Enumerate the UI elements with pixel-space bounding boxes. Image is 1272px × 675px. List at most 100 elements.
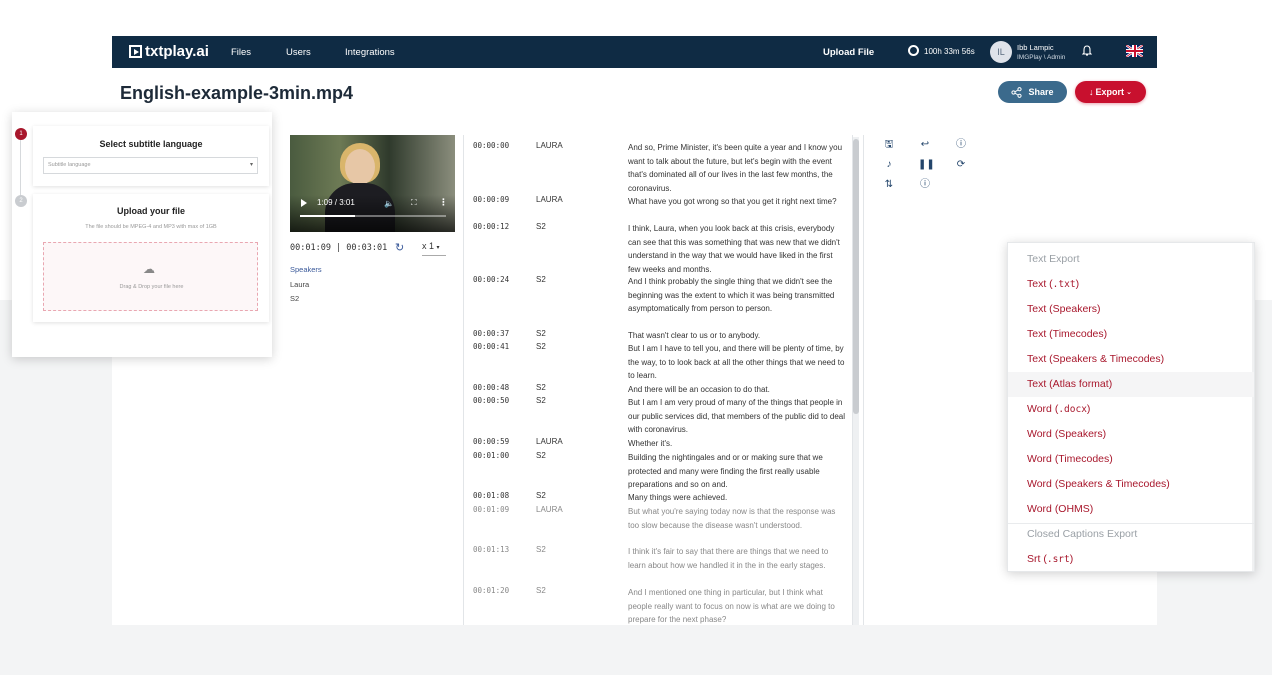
timecode[interactable]: 00:01:09	[473, 505, 509, 514]
nav-users[interactable]: Users	[286, 47, 311, 58]
subtitle-language-select[interactable]: Subtitle language ▾	[43, 157, 258, 174]
timecode[interactable]: 00:00:41	[473, 342, 509, 351]
transcript-text[interactable]: Many things were achieved.	[628, 491, 846, 505]
timecode[interactable]: 00:00:24	[473, 275, 509, 284]
speaker-label[interactable]: S2	[536, 275, 546, 284]
menu-item-label: Srt (	[1027, 553, 1047, 565]
undo-icon[interactable]: ↩	[918, 138, 932, 152]
timecode[interactable]: 00:01:20	[473, 586, 509, 595]
export-menu-item[interactable]: Word (OHMS)	[1008, 497, 1254, 522]
avatar[interactable]: IL	[990, 41, 1012, 63]
info-icon[interactable]: ⓘ	[918, 178, 932, 192]
menu-item-label: Closed Captions Export	[1027, 528, 1138, 540]
speaker-label[interactable]: S2	[536, 342, 546, 351]
transcript-text[interactable]: Whether it's.	[628, 437, 846, 451]
export-menu-item[interactable]: Text (Speakers)	[1008, 297, 1254, 322]
transcript-editor[interactable]: 00:00:00 LAURA And so, Prime Minister, it'…	[463, 135, 853, 625]
file-dropzone[interactable]: ☁ Drag & Drop your file here	[43, 242, 258, 311]
logo[interactable]: txtplay.ai	[129, 43, 209, 60]
fullscreen-icon[interactable]: ⛶	[411, 198, 417, 208]
timecode[interactable]: 00:00:59	[473, 437, 509, 446]
upload-hint: The file should be MPEG-4 and MP3 with m…	[85, 224, 217, 230]
speaker-label[interactable]: LAURA	[536, 195, 563, 204]
transcript-text[interactable]: But I am I am very proud of many of the …	[628, 396, 846, 437]
speaker-label[interactable]: S2	[536, 491, 546, 500]
timecode[interactable]: 00:00:48	[473, 383, 509, 392]
speaker-label[interactable]: S2	[536, 586, 546, 595]
speaker-laura[interactable]: Laura	[290, 280, 309, 289]
speaker-label[interactable]: LAURA	[536, 141, 563, 150]
bell-icon[interactable]	[1082, 45, 1092, 57]
timecode[interactable]: 00:00:09	[473, 195, 509, 204]
select-placeholder: Subtitle language	[48, 162, 91, 168]
menu-item-suffix: )	[1086, 403, 1091, 415]
export-menu-item[interactable]: Text (Atlas format)	[1008, 372, 1254, 397]
replay-icon[interactable]: ↻	[395, 241, 404, 254]
help-icon[interactable]: ⓘ	[954, 138, 968, 152]
sort-icon[interactable]: ⇅	[882, 178, 896, 192]
export-menu-item[interactable]: Word (.docx)	[1008, 397, 1254, 422]
uk-flag-icon[interactable]	[1126, 45, 1143, 57]
speaker-label[interactable]: S2	[536, 383, 546, 392]
export-menu-item[interactable]: Text (Speakers & Timecodes)	[1008, 347, 1254, 372]
transcript-text[interactable]: And so, Prime Minister, it's been quite …	[628, 141, 846, 195]
export-menu-item[interactable]: Word (Speakers & Timecodes)	[1008, 472, 1254, 497]
video-progress-bar[interactable]	[300, 215, 446, 217]
timecode[interactable]: 00:01:00	[473, 451, 509, 460]
menu-item-label: Text (	[1027, 278, 1053, 290]
upload-file-link[interactable]: Upload File	[823, 47, 874, 58]
export-dropdown-menu: Text Export Text (.txt) Text (Speakers) Tex…	[1007, 242, 1255, 572]
nav-integrations[interactable]: Integrations	[345, 47, 395, 58]
speaker-label[interactable]: S2	[536, 396, 546, 405]
music-note-icon[interactable]: ♪	[882, 158, 896, 172]
export-button[interactable]: ↓ Export ⌄	[1075, 81, 1146, 103]
upload-file-title: Upload your file	[116, 206, 185, 216]
nav-files[interactable]: Files	[231, 47, 251, 58]
export-menu-item[interactable]: Word (Speakers)	[1008, 422, 1254, 447]
pause-icon[interactable]: ❚❚	[918, 158, 935, 172]
transcript-text[interactable]: What have you got wrong so that you get …	[628, 195, 846, 209]
export-menu-item[interactable]: Srt (.srt)	[1008, 547, 1254, 571]
speakers-heading[interactable]: Speakers	[290, 265, 322, 274]
volume-icon[interactable]: 🔈	[384, 199, 394, 208]
play-icon[interactable]	[301, 199, 307, 207]
speaker-s2[interactable]: S2	[290, 294, 299, 303]
timecode[interactable]: 00:01:08	[473, 491, 509, 500]
menu-item-label: Text (Speakers)	[1027, 303, 1101, 315]
share-button[interactable]: Share	[998, 81, 1067, 103]
speaker-label[interactable]: LAURA	[536, 437, 563, 446]
export-menu-item[interactable]: Text (Timecodes)	[1008, 322, 1254, 347]
timecode[interactable]: 00:00:00	[473, 141, 509, 150]
speaker-label[interactable]: S2	[536, 545, 546, 554]
transcript-text[interactable]: I think, Laura, when you look back at th…	[628, 222, 846, 276]
export-menu-item[interactable]: Text (.txt)	[1008, 272, 1254, 297]
timecode[interactable]: 00:01:13	[473, 545, 509, 554]
timecode[interactable]: 00:00:37	[473, 329, 509, 338]
speaker-label[interactable]: S2	[536, 329, 546, 338]
speed-select[interactable]: x 1 ▾	[422, 241, 446, 256]
speaker-label[interactable]: LAURA	[536, 505, 563, 514]
sync-icon[interactable]: ⟳	[954, 158, 968, 172]
transcript-text[interactable]: And I think probably the single thing th…	[628, 275, 846, 316]
cloud-upload-icon: ☁	[143, 262, 155, 276]
speaker-label[interactable]: S2	[536, 222, 546, 231]
transcript-text[interactable]: And there will be an occasion to do that…	[628, 383, 846, 397]
transcript-text[interactable]: But I am I have to tell you, and there w…	[628, 342, 846, 383]
share-label: Share	[1028, 87, 1054, 97]
export-menu-item[interactable]: Word (Timecodes)	[1008, 447, 1254, 472]
video-player[interactable]: 1:09 / 3:01 🔈 ⛶ ⋮	[290, 135, 455, 232]
transcript-scrollbar[interactable]	[853, 137, 859, 625]
subtitle-upload-panel: 1 2 Select subtitle language Subtitle la…	[12, 112, 272, 357]
timecode[interactable]: 00:00:50	[473, 396, 509, 405]
speaker-label[interactable]: S2	[536, 451, 546, 460]
more-options-icon[interactable]: ⋮	[439, 197, 448, 208]
transcript-text[interactable]: Building the nightingales and or or maki…	[628, 451, 846, 492]
menu-item-label: Text Export	[1027, 253, 1080, 265]
timecode[interactable]: 00:00:12	[473, 222, 509, 231]
transcript-text[interactable]: That wasn't clear to us or to anybody.	[628, 329, 846, 343]
transcript-text[interactable]: But what you're saying today now is that…	[628, 505, 846, 532]
menu-section-heading: Closed Captions Export	[1008, 522, 1254, 547]
transcript-text[interactable]: And I mentioned one thing in particular,…	[628, 586, 846, 625]
save-icon[interactable]: 🖫	[882, 138, 896, 152]
transcript-text[interactable]: I think it's fair to say that there are …	[628, 545, 846, 572]
